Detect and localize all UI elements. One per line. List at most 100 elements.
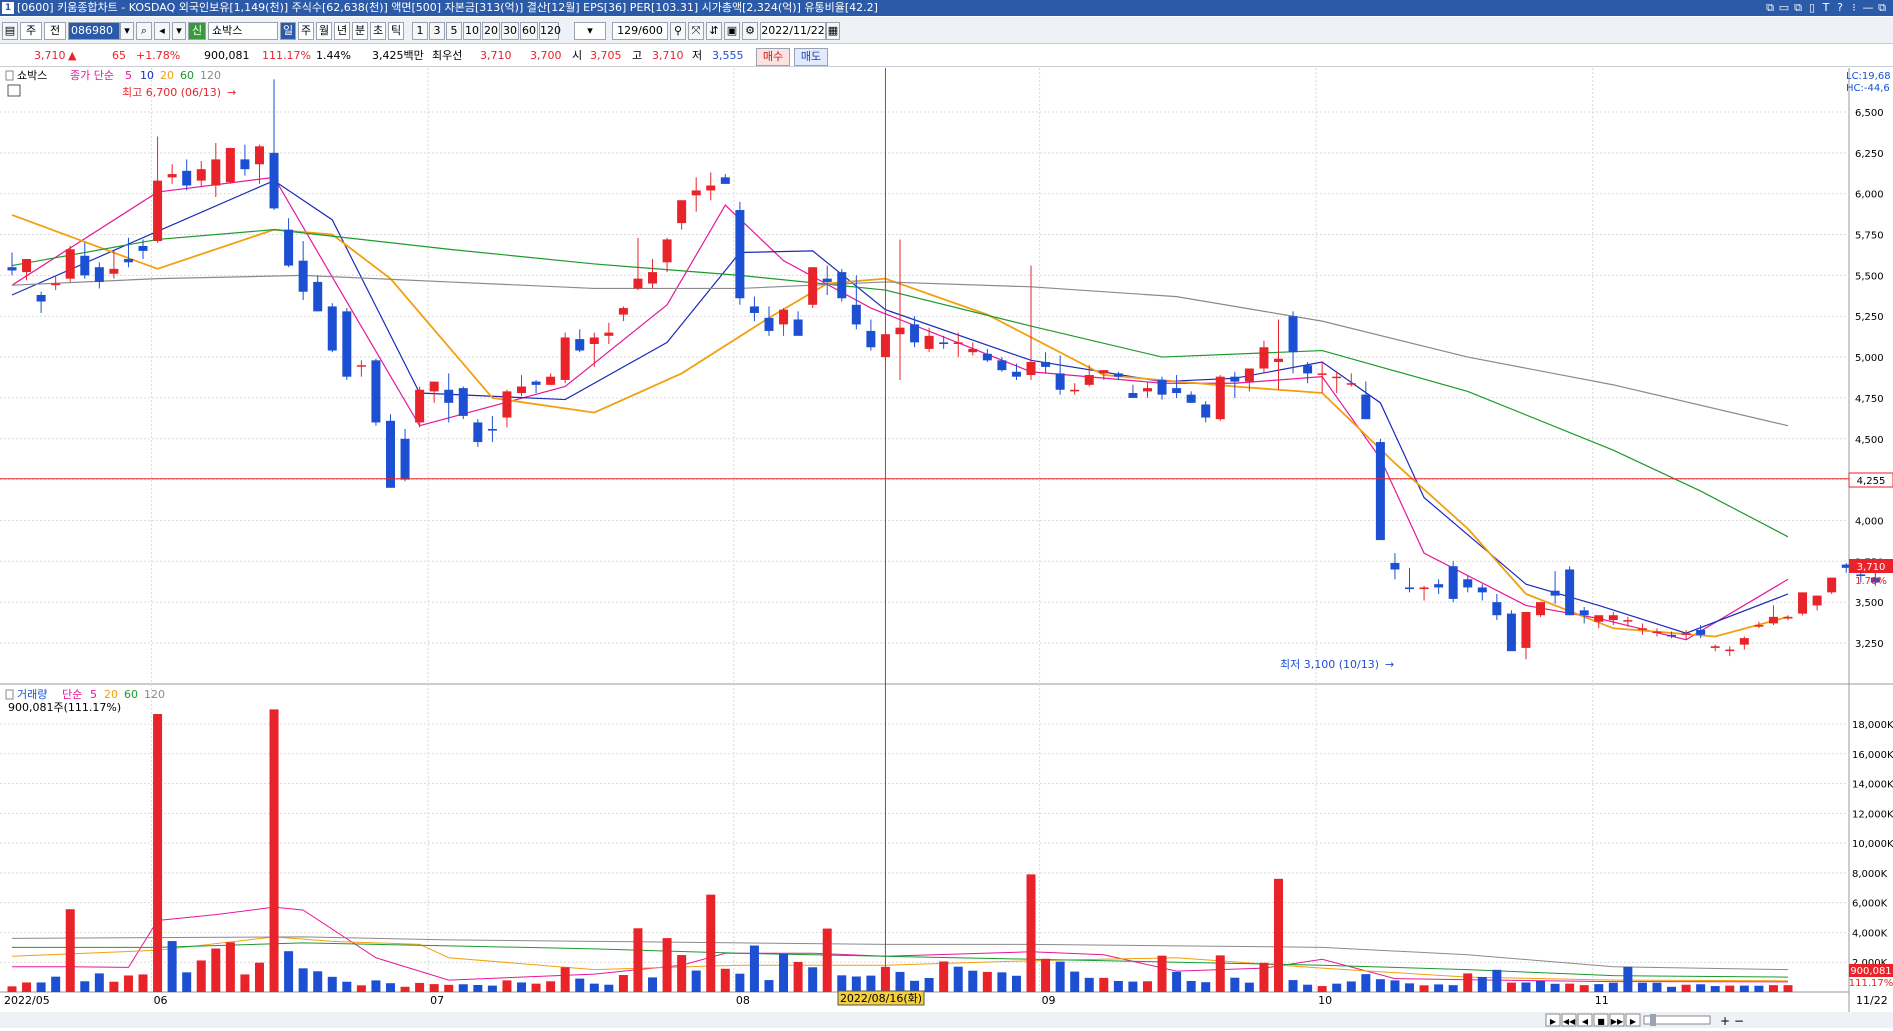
data-count-field[interactable]: 129/600 — [612, 22, 668, 40]
chart-type-icon[interactable]: ⇵ — [706, 22, 722, 40]
window-control-icon[interactable]: ▯ — [1805, 0, 1819, 16]
period-tab[interactable]: 년 — [334, 22, 350, 40]
candle-body — [1449, 566, 1458, 599]
mode-item-selector[interactable]: 주 — [20, 22, 42, 40]
nav-button-icon[interactable]: ▶ — [1630, 1017, 1637, 1026]
volume-bar — [1390, 980, 1399, 992]
window-control-icon[interactable]: ⧉ — [1763, 0, 1777, 16]
search-icon[interactable]: ⌕ — [136, 22, 152, 40]
volume-bar — [1303, 985, 1312, 992]
window-control-icon[interactable]: ⁝ — [1847, 0, 1861, 16]
volume-bar — [1332, 984, 1341, 992]
window-control-icon[interactable]: ? — [1833, 0, 1847, 16]
candle-body — [532, 382, 541, 385]
candle-body — [1420, 587, 1429, 589]
ma60-legend: 60 — [180, 69, 194, 82]
chart-area[interactable]: 6,5006,2506,0005,7505,5005,2505,0004,750… — [0, 68, 1893, 1028]
interval-button[interactable]: 120 — [539, 22, 559, 40]
prev-stock-icon[interactable]: ◂ — [154, 22, 170, 40]
candle-body — [1813, 596, 1822, 606]
interval-button[interactable]: 5 — [446, 22, 462, 40]
nav-button-icon[interactable]: ▶▶ — [1611, 1017, 1624, 1026]
date-field[interactable]: 2022/11/22 — [760, 22, 826, 40]
period-tab[interactable]: 일 — [280, 22, 296, 40]
interval-button[interactable]: 3 — [429, 22, 445, 40]
buy-button[interactable]: 매수 — [756, 48, 790, 66]
period-tab[interactable]: 주 — [298, 22, 314, 40]
volume-bar — [910, 981, 919, 992]
window-control-icon[interactable]: ▭ — [1777, 0, 1791, 16]
volume-bar — [1521, 982, 1530, 992]
zoom-in-icon[interactable]: + — [1720, 1014, 1730, 1028]
volume-bar — [939, 961, 948, 992]
filter-icon[interactable]: ▾ — [172, 22, 186, 40]
menu-button[interactable]: ▤ — [2, 22, 18, 40]
interval-button[interactable]: 1 — [412, 22, 428, 40]
candle-body — [168, 174, 177, 177]
nav-button-icon[interactable]: ◀ — [1582, 1017, 1589, 1026]
volume-ratio: 111.17% — [262, 49, 311, 63]
candle-body — [1769, 617, 1778, 624]
pin-icon[interactable]: ⚲ — [670, 22, 686, 40]
panel-collapse-icon[interactable] — [6, 71, 13, 80]
vol-ma20-legend: 20 — [104, 688, 118, 701]
volume-bar — [1216, 955, 1225, 992]
stock-code-input[interactable]: 086980 — [68, 22, 120, 40]
window-control-icon[interactable]: — — [1861, 0, 1875, 16]
volume-value: 900,081 — [204, 49, 250, 63]
count-dropdown[interactable]: ▾ — [574, 22, 606, 40]
candle-body — [22, 259, 31, 272]
window-control-icon[interactable]: ⧉ — [1791, 0, 1805, 16]
interval-button[interactable]: 60 — [520, 22, 538, 40]
nav-button-icon[interactable]: ◀◀ — [1563, 1017, 1576, 1026]
volume-bar — [968, 971, 977, 992]
interval-button[interactable]: 20 — [482, 22, 500, 40]
candle-body — [1594, 615, 1603, 622]
period-tab[interactable]: 틱 — [388, 22, 404, 40]
save-icon[interactable]: ▣ — [724, 22, 740, 40]
volume-bar — [1623, 967, 1632, 992]
volume-panel-collapse-icon[interactable] — [6, 690, 13, 699]
candle-body — [357, 365, 366, 367]
ma120-legend: 120 — [200, 69, 221, 82]
low-label: 저 — [692, 49, 702, 63]
interval-button[interactable]: 30 — [501, 22, 519, 40]
grid-toggle-icon[interactable] — [8, 85, 20, 96]
candle-body — [139, 246, 148, 251]
volume-bar — [764, 980, 773, 992]
month-label: 08 — [736, 994, 750, 1007]
stock-name-field[interactable]: 쇼박스 — [208, 22, 278, 40]
code-dropdown-button[interactable]: ▾ — [120, 22, 134, 40]
price-tick-label: 6,000 — [1855, 190, 1884, 201]
interval-button[interactable]: 10 — [463, 22, 481, 40]
candle-body — [575, 339, 584, 350]
sell-button[interactable]: 매도 — [794, 48, 828, 66]
period-tab[interactable]: 월 — [316, 22, 332, 40]
settings-gear-icon[interactable]: ⚙ — [742, 22, 758, 40]
period-tab[interactable]: 초 — [370, 22, 386, 40]
window-control-icon[interactable]: ⧉ — [1875, 0, 1889, 16]
candle-body — [1682, 633, 1691, 635]
compare-icon[interactable]: ⤧ — [688, 22, 704, 40]
max-price-label: 최고 6,700 (06/13) — [122, 86, 221, 99]
nav-button-icon[interactable]: ▶ — [1550, 1017, 1557, 1026]
nav-button-icon[interactable]: ■ — [1597, 1017, 1605, 1026]
volume-bar — [1565, 984, 1574, 992]
scroll-bar-track[interactable] — [0, 1012, 1893, 1028]
month-label: 2022/05 — [4, 994, 50, 1007]
candle-body — [1623, 620, 1632, 622]
mode-all-selector[interactable]: 전 — [44, 22, 66, 40]
volume-bar — [1769, 985, 1778, 992]
zoom-slider-thumb[interactable] — [1650, 1014, 1656, 1026]
window-control-icon[interactable]: T — [1819, 0, 1833, 16]
volume-bar — [139, 974, 148, 992]
chart-svg[interactable]: 6,5006,2506,0005,7505,5005,2505,0004,750… — [0, 68, 1893, 1028]
ma20-legend: 20 — [160, 69, 174, 82]
volume-bar — [1172, 972, 1181, 992]
zoom-out-icon[interactable]: − — [1734, 1014, 1744, 1028]
volume-bar — [415, 983, 424, 992]
candle-body — [1289, 316, 1298, 352]
period-tab[interactable]: 분 — [352, 22, 368, 40]
candle-body — [1478, 587, 1487, 592]
calendar-icon[interactable]: ▦ — [826, 22, 840, 40]
